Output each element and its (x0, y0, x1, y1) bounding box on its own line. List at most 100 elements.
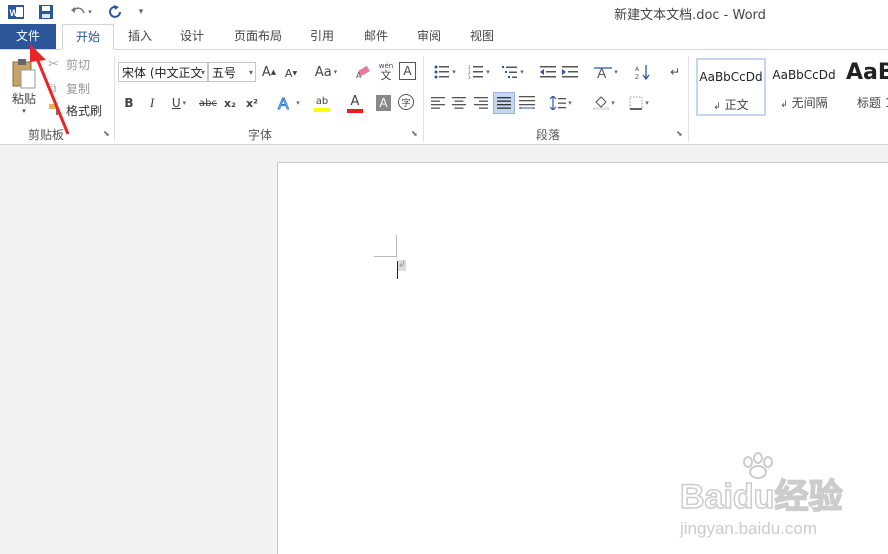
font-name-value: 宋体 (中文正文 (122, 66, 203, 80)
char-shading-button[interactable]: A (376, 95, 391, 111)
change-case-button[interactable]: Aa ▾ (311, 62, 341, 82)
justify-icon[interactable] (493, 92, 515, 114)
style-heading-sample: AaB (846, 60, 888, 85)
align-center-icon[interactable] (451, 94, 467, 112)
grow-font-button[interactable]: A ▲ (261, 62, 277, 82)
group-divider (423, 56, 424, 142)
align-left-icon[interactable] (430, 94, 446, 112)
multilevel-list-icon (502, 66, 518, 78)
clipboard-launcher-icon[interactable]: ⬊ (103, 130, 111, 138)
text-effects-button[interactable]: A ▾ (274, 93, 302, 113)
superscript-button[interactable]: x² (244, 94, 260, 112)
customize-qat-button[interactable]: ▾ (131, 2, 151, 22)
bullets-button[interactable]: ▾ (430, 62, 460, 82)
paragraph-group-label: 段落 (536, 128, 561, 142)
font-color-label: A (350, 94, 360, 109)
highlight-button[interactable]: ab (307, 93, 337, 115)
style-no-spacing[interactable]: AaBbCcDd ↲ 无间隔 (769, 58, 839, 116)
font-size-combo[interactable]: 五号 ▾ (208, 62, 256, 82)
chinese-layout-icon: A (594, 65, 613, 80)
show-marks-icon[interactable]: ↵ (667, 62, 683, 82)
shrink-font-button[interactable]: A ▼ (283, 64, 299, 82)
tab-design[interactable]: 设计 (172, 24, 212, 49)
font-color-button[interactable]: A (340, 93, 370, 115)
svg-text:A: A (597, 65, 607, 80)
style-no-spacing-sample: AaBbCcDd (772, 68, 836, 82)
style-heading-1[interactable]: AaB 标题 1 (842, 58, 888, 116)
svg-text:W: W (10, 8, 19, 18)
baidu-watermark: Baidu经验 jingyan.baidu.com (676, 452, 886, 542)
margin-corner-vertical (396, 235, 397, 257)
font-size-value: 五号 (212, 66, 237, 80)
underline-button[interactable]: U ▾ (166, 94, 192, 112)
svg-text:A: A (278, 96, 289, 112)
font-launcher-icon[interactable]: ⬊ (411, 130, 419, 138)
word-app-icon[interactable]: W (6, 2, 26, 22)
bullets-icon (434, 65, 450, 79)
bold-button[interactable]: B (122, 94, 136, 112)
group-divider (688, 56, 689, 142)
title-bar: W ▾ ▾ 新建文本文档.doc - Word (0, 0, 888, 24)
numbering-icon: 123 (468, 65, 484, 79)
paragraph-launcher-icon[interactable]: ⬊ (676, 130, 684, 138)
style-normal-name: ↲ 正文 (713, 98, 749, 112)
font-name-combo[interactable]: 宋体 (中文正文 ▾ (118, 62, 208, 82)
decrease-indent-icon[interactable] (539, 62, 557, 82)
phonetic-guide-button[interactable]: wén 文 (377, 60, 395, 82)
increase-indent-icon[interactable] (561, 62, 579, 82)
shrink-font-label: A (284, 66, 293, 80)
save-icon[interactable] (36, 2, 56, 22)
enclose-chars-button[interactable]: 字 (398, 94, 414, 110)
chinese-layout-button[interactable]: A ▾ (591, 62, 621, 82)
line-spacing-icon (550, 96, 567, 110)
multilevel-list-button[interactable]: ▾ (498, 62, 528, 82)
svg-text:A: A (356, 71, 362, 79)
watermark-url: jingyan.baidu.com (679, 519, 817, 538)
borders-icon (629, 96, 643, 110)
tab-view[interactable]: 视图 (462, 24, 502, 49)
redo-icon[interactable] (106, 2, 126, 22)
italic-button[interactable]: I (145, 94, 159, 112)
annotation-arrow (30, 44, 70, 135)
distributed-icon[interactable] (518, 94, 536, 112)
underline-label: U (171, 96, 181, 110)
highlight-label: ab (315, 96, 329, 107)
align-right-icon[interactable] (473, 94, 489, 112)
tab-review[interactable]: 审阅 (409, 24, 449, 49)
strikethrough-button[interactable]: abc (198, 94, 218, 112)
font-group-label: 字体 (248, 128, 273, 142)
chevron-down-icon[interactable]: ▾ (201, 63, 205, 83)
group-divider (114, 56, 115, 142)
highlight-color-bar (314, 108, 330, 112)
paw-logo: Baidu经验 jingyan.baidu.com (679, 452, 843, 538)
borders-button[interactable]: ▾ (624, 94, 654, 112)
style-normal[interactable]: AaBbCcDd ↲ 正文 (696, 58, 766, 116)
svg-text:A: A (635, 66, 640, 73)
chevron-down-icon[interactable]: ▾ (249, 63, 253, 83)
tab-layout[interactable]: 页面布局 (226, 24, 290, 49)
grow-font-label: A (261, 64, 271, 80)
ribbon: 粘贴 ▾ ✂ 剪切 ⧉ 复制 格式刷 剪贴板 ⬊ 宋体 (中文正文 ▾ 五号 ▾ A… (0, 50, 888, 145)
subscript-button[interactable]: x₂ (222, 94, 238, 112)
style-heading-name: 标题 1 (857, 96, 888, 110)
paint-bucket-icon (593, 96, 610, 110)
tab-references[interactable]: 引用 (302, 24, 342, 49)
tab-insert[interactable]: 插入 (120, 24, 160, 49)
shading-button[interactable]: ▾ (589, 94, 619, 112)
svg-text:Z: Z (635, 74, 639, 80)
style-normal-sample: AaBbCcDd (699, 70, 763, 84)
undo-icon[interactable]: ▾ (66, 2, 96, 22)
tab-mailings[interactable]: 邮件 (356, 24, 396, 49)
char-border-button[interactable]: A (399, 62, 416, 80)
paragraph-mark: ↲ (398, 260, 406, 271)
numbering-button[interactable]: 1 2 3 ▾ (464, 62, 494, 82)
clear-format-icon[interactable]: A (355, 62, 373, 82)
text-effects-icon: A (278, 96, 290, 113)
font-color-bar (347, 109, 363, 113)
change-case-label: Aa (314, 64, 332, 80)
phonetic-char: 文 (380, 69, 392, 82)
line-spacing-button[interactable]: ▾ (546, 94, 576, 112)
sort-icon[interactable]: AZ (634, 62, 652, 82)
watermark-brand: Baidu经验 (680, 477, 842, 516)
margin-corner-horizontal (374, 256, 396, 257)
